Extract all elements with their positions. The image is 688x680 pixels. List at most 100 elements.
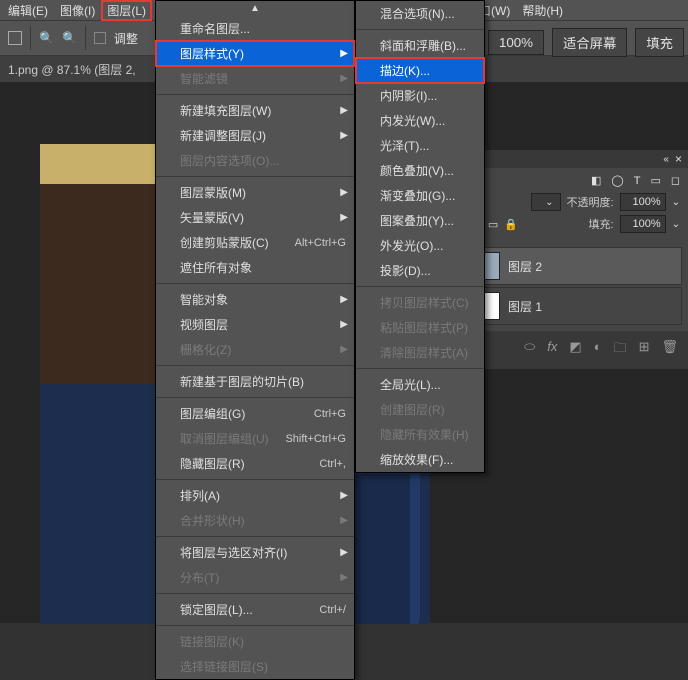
menu-item[interactable]: 内阴影(I)... (356, 83, 484, 108)
zoom-in-icon[interactable]: 🔍 (39, 31, 54, 45)
menu-item[interactable]: 颜色叠加(V)... (356, 158, 484, 183)
menu-item: 智能滤镜▶ (156, 66, 354, 91)
menu-item[interactable]: 视频图层▶ (156, 312, 354, 337)
menu-item[interactable]: 图层蒙版(M)▶ (156, 180, 354, 205)
layer-name: 图层 1 (508, 298, 542, 315)
menu-item[interactable]: 渐变叠加(G)... (356, 183, 484, 208)
link-icon[interactable]: ⬭ (524, 339, 535, 361)
menu-item-label: 矢量蒙版(V) (180, 209, 244, 226)
submenu-arrow-icon: ▶ (340, 212, 348, 223)
menu-item[interactable]: 将图层与选区对齐(I)▶ (156, 540, 354, 565)
lock-frame-icon[interactable]: ▭ (488, 218, 498, 231)
zoom-out-icon[interactable]: 🔍 (62, 31, 77, 45)
menu-item-label: 斜面和浮雕(B)... (380, 37, 466, 54)
submenu-arrow-icon: ▶ (340, 344, 348, 355)
document-tab[interactable]: 1.png @ 87.1% (图层 2, (8, 61, 136, 78)
close-icon[interactable]: × (675, 152, 682, 166)
menu-item-label: 缩放效果(F)... (380, 451, 453, 468)
menu-item[interactable]: 缩放效果(F)... (356, 447, 484, 472)
submenu-arrow-icon: ▶ (340, 515, 348, 526)
menu-item-label: 颜色叠加(V)... (380, 162, 454, 179)
menu-item: 拷贝图层样式(C) (356, 290, 484, 315)
menu-item[interactable]: 混合选项(N)... (356, 1, 484, 26)
submenu-arrow-icon: ▶ (340, 48, 348, 59)
menu-item-label: 取消图层编组(U) (180, 430, 269, 447)
circle-icon[interactable]: ◯ (611, 174, 623, 187)
submenu-arrow-icon: ▶ (340, 187, 348, 198)
menu-item-label: 描边(K)... (380, 62, 430, 79)
menu-item[interactable]: 遮住所有对象 (156, 255, 354, 280)
adjustment-icon[interactable]: ◐ (594, 339, 602, 361)
square-icon[interactable]: ◻ (671, 174, 680, 187)
menu-item[interactable]: 重命名图层... (156, 16, 354, 41)
menu-item-label: 栅格化(Z) (180, 341, 231, 358)
menu-layer[interactable]: 图层(L) (101, 0, 152, 21)
text-icon[interactable]: T (634, 175, 641, 187)
menu-item-label: 隐藏图层(R) (180, 455, 245, 472)
menu-item[interactable]: 全局光(L)... (356, 372, 484, 397)
menu-item[interactable]: 投影(D)... (356, 258, 484, 283)
new-layer-icon[interactable]: ⊞ (639, 339, 650, 361)
fit-screen-button[interactable]: 适合屏幕 (552, 28, 627, 57)
submenu-arrow-icon: ▶ (340, 572, 348, 583)
menu-item[interactable]: 智能对象▶ (156, 287, 354, 312)
menu-item-label: 视频图层 (180, 316, 228, 333)
fill-input[interactable]: 100% (620, 215, 666, 233)
menu-item[interactable]: 图层样式(Y)▶ (156, 41, 354, 66)
fill-label: 填充: (589, 216, 614, 232)
menu-item-label: 选择链接图层(S) (180, 658, 268, 675)
menu-item[interactable]: 排列(A)▶ (156, 483, 354, 508)
scroll-up-icon[interactable]: ▲ (156, 1, 354, 16)
folder-icon[interactable]: 🗀 (614, 339, 627, 361)
menu-item[interactable]: 创建剪贴蒙版(C)Alt+Ctrl+G (156, 230, 354, 255)
menu-item: 分布(T) ▶ (156, 565, 354, 590)
menu-item-label: 全局光(L)... (380, 376, 441, 393)
menu-item[interactable]: 新建基于图层的切片(B) (156, 369, 354, 394)
menu-item: 清除图层样式(A) (356, 340, 484, 365)
menu-item-label: 新建基于图层的切片(B) (180, 373, 304, 390)
lock-all-icon[interactable]: 🔒 (504, 218, 518, 231)
menu-item-label: 重命名图层... (180, 20, 250, 37)
home-icon[interactable] (8, 31, 22, 45)
submenu-arrow-icon: ▶ (340, 73, 348, 84)
menu-item-label: 外发光(O)... (380, 237, 443, 254)
menu-item[interactable]: 描边(K)... (356, 58, 484, 83)
menu-image[interactable]: 图像(I) (54, 0, 101, 21)
rect-icon[interactable]: ▭ (650, 174, 660, 187)
chevron-down-icon[interactable] (672, 218, 680, 230)
trash-icon[interactable]: 🗑 (661, 339, 678, 361)
menu-item[interactable]: 斜面和浮雕(B)... (356, 33, 484, 58)
menu-item[interactable]: 光泽(T)... (356, 133, 484, 158)
menu-item-label: 图案叠加(Y)... (380, 212, 454, 229)
menu-item[interactable]: 隐藏图层(R)Ctrl+, (156, 451, 354, 476)
menu-item[interactable]: 图案叠加(Y)... (356, 208, 484, 233)
fx-icon[interactable]: fx (547, 339, 557, 361)
submenu-arrow-icon: ▶ (340, 547, 348, 558)
menu-item: 栅格化(Z) ▶ (156, 337, 354, 362)
adjust-checkbox[interactable] (94, 32, 106, 44)
opacity-input[interactable]: 100% (620, 193, 666, 211)
menu-item-label: 图层内容选项(O)... (180, 152, 279, 169)
menu-item[interactable]: 新建调整图层(J)▶ (156, 123, 354, 148)
menu-item[interactable]: 锁定图层(L)...Ctrl+/ (156, 597, 354, 622)
menu-help[interactable]: 帮助(H) (516, 0, 569, 21)
menu-item-label: 隐藏所有效果(H) (380, 426, 469, 443)
menu-item[interactable]: 新建填充图层(W)▶ (156, 98, 354, 123)
menu-edit[interactable]: 编辑(E) (2, 0, 54, 21)
fill-button[interactable]: 填充 (635, 28, 684, 57)
menu-item-label: 投影(D)... (380, 262, 431, 279)
mask-icon[interactable]: ◩ (569, 339, 581, 361)
menu-item[interactable]: 矢量蒙版(V) ▶ (156, 205, 354, 230)
menu-item[interactable]: 图层编组(G)Ctrl+G (156, 401, 354, 426)
menu-item-label: 分布(T) (180, 569, 219, 586)
menu-item-label: 粘贴图层样式(P) (380, 319, 468, 336)
chevron-down-icon[interactable] (672, 196, 680, 208)
menu-item[interactable]: 外发光(O)... (356, 233, 484, 258)
menu-item-label: 合并形状(H) (180, 512, 245, 529)
zoom-100-button[interactable]: 100% (488, 30, 544, 55)
collapse-icon[interactable]: « (663, 154, 669, 165)
blend-mode-select[interactable] (531, 193, 560, 211)
menu-item[interactable]: 内发光(W)... (356, 108, 484, 133)
submenu-arrow-icon: ▶ (340, 490, 348, 501)
swatch-icon[interactable]: ◧ (591, 174, 601, 187)
